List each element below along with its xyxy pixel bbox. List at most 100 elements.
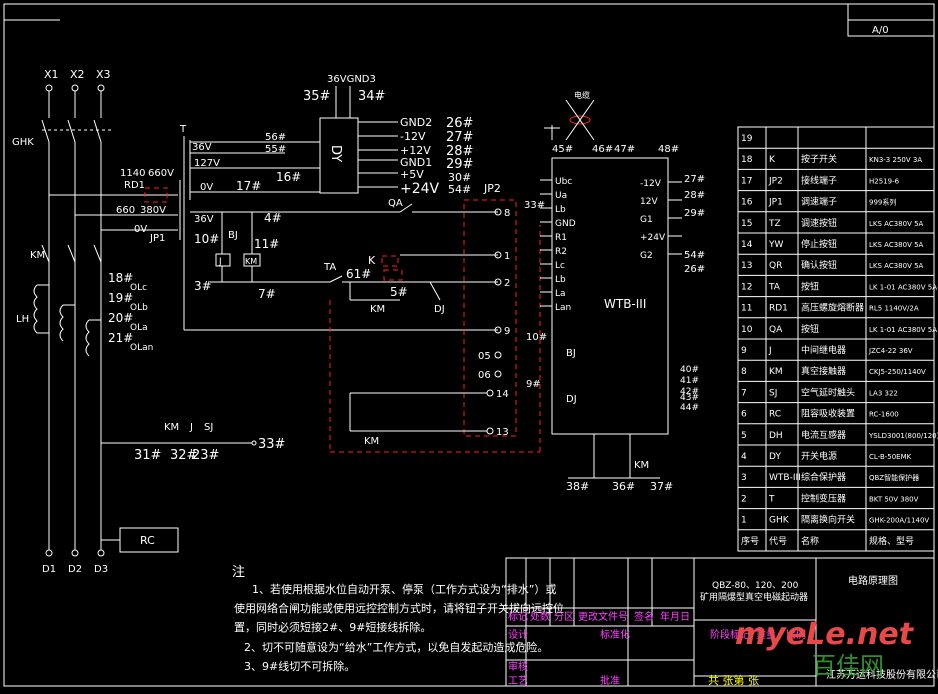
- p5-label: +5V: [400, 168, 424, 181]
- notes-l1: 1、若使用根据水位自动开泵、停泵（工作方式设为“排水”）或: [252, 582, 556, 596]
- parts-table-cell: CKJ5-250/1140V: [869, 368, 926, 376]
- parts-table-cell: 真空接触器: [801, 365, 846, 377]
- tb-mark: 标记: [508, 611, 528, 623]
- n7-label: 7#: [258, 287, 276, 301]
- wtb-right-pin-label: 12V: [640, 197, 658, 207]
- tb-std: 标准化: [600, 628, 630, 641]
- tb-approve: 批准: [600, 674, 620, 687]
- k-label: K: [368, 254, 376, 267]
- n40-label: 40#: [680, 365, 699, 375]
- wtb-bj: BJ: [566, 348, 576, 359]
- jp2-p2: 2: [504, 278, 510, 289]
- parts-table-cell: 15: [741, 219, 752, 229]
- p24-label: +24V: [400, 181, 440, 197]
- parts-table-cell: RC-1600: [869, 411, 899, 419]
- parts-table-header: 代号: [769, 536, 787, 547]
- j-coil-label: J: [218, 257, 222, 267]
- control-circuit: 4# QA 10# BJ 11# J KM 3# 7# TA 61# K 5# …: [184, 198, 498, 331]
- parts-table-cell: YSLD3001(800/120): [868, 432, 938, 440]
- parts-table-cell: 高压螺旋熔断器: [801, 302, 864, 314]
- wtb-dj: DJ: [566, 394, 577, 405]
- parts-table-cell: 确认按钮: [801, 259, 837, 271]
- parts-table-cell: TA: [768, 282, 781, 292]
- wtb-right-pin-label: -12V: [640, 179, 662, 189]
- wtb-right-pins: -12V 12V G1 +24V G2: [640, 179, 682, 261]
- parts-table-cell: GHK-200A/1140V: [869, 517, 929, 525]
- tb-sign: 签名: [634, 610, 654, 623]
- wtb-n10: 10#: [526, 332, 547, 343]
- v380-label: 380V: [140, 205, 166, 216]
- v0-label: 0V: [200, 182, 213, 193]
- tb-date: 年月日: [660, 610, 690, 623]
- control-transformer: T 36V 56# 55# 127V 0V 17# 16# 1140 660V …: [49, 124, 320, 330]
- notes-head: 注: [232, 565, 245, 580]
- jp2-p9: 9: [504, 326, 510, 337]
- parts-table-cell: 4: [741, 452, 747, 462]
- wtb-n33: 33#: [524, 200, 545, 211]
- wtb-left-pin-label: Lb: [555, 275, 566, 285]
- wtb-left-pin-label: Lan: [555, 303, 571, 313]
- parts-table-cell: KN3-3 250V 3A: [869, 156, 922, 164]
- parts-table-cell: JP1: [768, 198, 783, 208]
- parts-table-cell: 空气延时触头: [801, 386, 855, 398]
- v1140-label: 1140: [120, 168, 145, 179]
- n11-label: 11#: [254, 237, 279, 251]
- parts-table-cell: K: [769, 155, 776, 165]
- parts-table-cell: TZ: [768, 219, 781, 229]
- parts-table-header: 名称: [801, 535, 819, 547]
- tb-count: 处数: [530, 610, 550, 623]
- isolator-section: X1 X2 X3 GHK KM LH D1 D2 D3: [12, 68, 112, 575]
- parts-table-cell: 接线端子: [801, 174, 837, 186]
- parts-table-cell: 电流互感器: [801, 429, 846, 441]
- notes-l4: 2、切不可随意设为“给水”工作方式，以免自发起动造成危险。: [244, 640, 548, 654]
- jp2-p06: 06: [478, 370, 491, 381]
- t34-label: 34#: [358, 89, 385, 104]
- parts-table-cell: CL-B-50EMK: [869, 453, 912, 461]
- parts-table-cell: 中间继电器: [801, 344, 846, 356]
- parts-table-cell: 9: [741, 346, 747, 356]
- km3-label: KM: [364, 436, 379, 447]
- parts-table-cell: 19: [741, 134, 753, 144]
- parts-table-cell: LKS AC380V 5A: [869, 220, 924, 228]
- jp2-p14: 14: [496, 389, 509, 400]
- d3-label: D3: [94, 564, 108, 575]
- n41-label: 41#: [680, 376, 699, 386]
- n26-label: 26#: [446, 116, 473, 131]
- tb-process: 工艺: [508, 675, 528, 687]
- wtb-left-pin-label: La: [555, 289, 566, 299]
- t35-label: 35#: [303, 89, 330, 104]
- parts-table-cell: 10: [741, 325, 753, 335]
- schematic-canvas: A/0 X1 X2 X3 GHK KM LH D1 D2 D3 18# OLc …: [3, 3, 938, 687]
- r29-label: 29#: [684, 208, 705, 219]
- parts-table-cell: 按钮: [801, 323, 819, 335]
- parts-table-cell: 17: [741, 176, 752, 186]
- parts-table-cell: 12: [741, 282, 752, 292]
- dy-power-supply: 36VGND3 35# 34# DY GND2 -12V +12V GND1 +…: [303, 74, 473, 197]
- n43-label: 43#: [680, 393, 699, 403]
- parts-table-cell: 开关电源: [801, 450, 837, 462]
- tb-zone: 分区: [554, 611, 574, 623]
- wtb-right-pin-label: G1: [640, 215, 653, 225]
- parts-table-cell: DH: [769, 431, 783, 441]
- parts-table-cell: 999系列: [869, 198, 896, 207]
- watermark-cn: 百佳网: [812, 652, 884, 680]
- ghk-label: GHK: [12, 137, 34, 148]
- r28-label: 28#: [684, 190, 705, 201]
- bottom-km-label: KM: [164, 422, 179, 433]
- r26-label: 26#: [684, 264, 705, 275]
- parts-table-cell: 阻容吸收装置: [801, 408, 855, 420]
- wtb-right-pin-label: +24V: [640, 233, 666, 243]
- parts-table-cell: SJ: [769, 388, 777, 398]
- x1-label: X1: [44, 68, 59, 81]
- n61-label: 61#: [346, 267, 371, 281]
- parts-table-cell: 隔离换向开关: [801, 514, 855, 526]
- n54-label: 54#: [448, 183, 471, 196]
- gnd2-label: GND2: [400, 116, 432, 129]
- gnd3-label: 36VGND3: [327, 74, 376, 85]
- d2-label: D2: [68, 564, 82, 575]
- v36b-label: 36V: [194, 214, 214, 225]
- n44-label: 44#: [680, 403, 699, 413]
- parts-table-cell: LK 1-01 AC380V 5A: [869, 283, 937, 291]
- wtb-left-pin-label: Ubc: [555, 177, 572, 187]
- dj-label: DJ: [434, 304, 445, 315]
